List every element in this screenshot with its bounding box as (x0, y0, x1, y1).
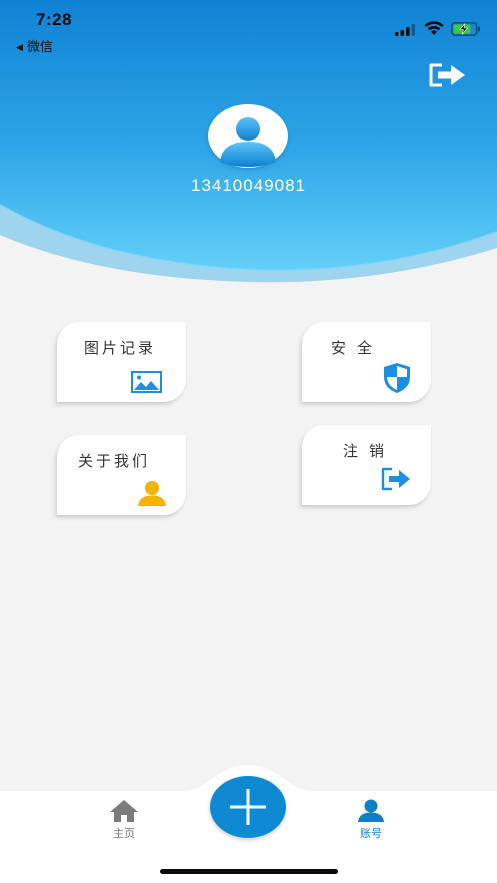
back-app-label: 微信 (26, 40, 53, 55)
tab-home[interactable]: 主页 (94, 799, 154, 847)
security-label: 安全 (331, 339, 384, 357)
status-time: 7:28 (36, 10, 73, 29)
battery-charging-icon (451, 22, 480, 36)
deregister-card[interactable]: 注销 (302, 425, 431, 505)
profile-header: 7:28 ◀ 微信 13410049081 (0, 0, 497, 290)
about-us-label: 关于我们 (78, 452, 151, 470)
wifi-icon (424, 21, 444, 35)
logout-icon[interactable] (428, 62, 468, 88)
home-indicator-area (0, 851, 497, 883)
cellular-signal-icon (395, 24, 415, 36)
home-icon (110, 800, 138, 822)
back-triangle-icon: ◀ (16, 43, 23, 53)
deregister-label: 注销 (343, 442, 396, 460)
security-card[interactable]: 安全 (302, 322, 431, 402)
plus-icon (230, 789, 266, 825)
tab-home-label: 主页 (113, 827, 135, 840)
user-avatar-icon (220, 117, 276, 167)
photo-records-card[interactable]: 图片记录 (57, 322, 186, 402)
tab-account-label: 账号 (360, 827, 382, 840)
tab-account[interactable]: 账号 (341, 799, 401, 847)
photo-records-label: 图片记录 (84, 339, 157, 357)
image-icon (131, 371, 162, 393)
account-icon (358, 799, 384, 822)
back-to-app-link[interactable]: ◀ 微信 (16, 36, 53, 55)
user-avatar[interactable] (208, 104, 288, 168)
status-bar: 7:28 ◀ 微信 (0, 0, 497, 56)
add-button[interactable] (210, 776, 286, 838)
logout-arrow-icon (381, 467, 410, 491)
about-us-card[interactable]: 关于我们 (57, 435, 186, 515)
user-phone-number: 13410049081 (190, 176, 306, 195)
shield-icon (384, 363, 410, 393)
home-indicator[interactable] (160, 869, 338, 874)
person-icon (138, 481, 166, 506)
